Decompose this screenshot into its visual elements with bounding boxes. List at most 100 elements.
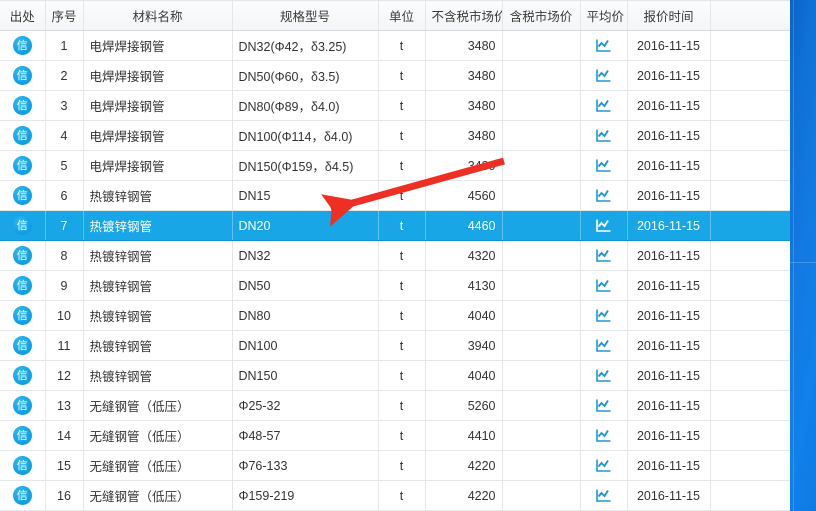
cell-quote-time: 2016-11-15	[627, 420, 711, 451]
cell-source[interactable]: 信	[0, 180, 46, 211]
cell-average-price[interactable]	[580, 120, 628, 151]
cell-average-price[interactable]	[580, 450, 628, 481]
source-badge-icon[interactable]: 信	[12, 216, 32, 235]
cell-source[interactable]: 信	[0, 450, 46, 481]
cell-price-incl-tax	[502, 60, 581, 91]
column-header-price-incl-tax[interactable]: 含税市场价	[502, 0, 581, 31]
column-header-name[interactable]: 材料名称	[83, 0, 233, 31]
source-badge-icon[interactable]: 信	[12, 306, 32, 325]
cell-source[interactable]: 信	[0, 240, 46, 271]
cell-average-price[interactable]	[580, 270, 628, 301]
cell-average-price[interactable]	[580, 210, 628, 241]
line-chart-icon[interactable]	[595, 98, 612, 113]
source-badge-icon[interactable]: 信	[12, 96, 32, 115]
source-badge-icon[interactable]: 信	[12, 276, 32, 295]
cell-price-incl-tax	[502, 90, 581, 121]
cell-average-price[interactable]	[580, 150, 628, 181]
cell-material-name: 无缝钢管（低压）	[83, 420, 233, 451]
cell-spec: Φ159-219	[232, 480, 379, 511]
line-chart-icon[interactable]	[595, 38, 612, 53]
source-badge-icon[interactable]: 信	[12, 36, 32, 55]
line-chart-icon[interactable]	[595, 158, 612, 173]
line-chart-icon[interactable]	[595, 338, 612, 353]
source-badge-icon[interactable]: 信	[12, 246, 32, 265]
table-row[interactable]: 信 7 热镀锌钢管 DN20 t 4460 2016-11-15	[0, 210, 790, 241]
source-badge-icon[interactable]: 信	[12, 66, 32, 85]
line-chart-icon[interactable]	[595, 248, 612, 263]
table-row[interactable]: 信 6 热镀锌钢管 DN15 t 4560 2016-11-15	[0, 180, 790, 211]
table-row[interactable]: 信 10 热镀锌钢管 DN80 t 4040 2016-11-15	[0, 300, 790, 331]
line-chart-icon[interactable]	[595, 458, 612, 473]
cell-source[interactable]: 信	[0, 300, 46, 331]
cell-average-price[interactable]	[580, 180, 628, 211]
table-row[interactable]: 信 11 热镀锌钢管 DN100 t 3940 2016-11-15	[0, 330, 790, 361]
cell-source[interactable]: 信	[0, 360, 46, 391]
table-row[interactable]: 信 14 无缝钢管（低压） Φ48-57 t 4410 2016-11-15	[0, 420, 790, 451]
line-chart-icon[interactable]	[595, 188, 612, 203]
line-chart-icon[interactable]	[595, 398, 612, 413]
source-badge-icon[interactable]: 信	[12, 186, 32, 205]
cell-average-price[interactable]	[580, 390, 628, 421]
line-chart-icon[interactable]	[595, 128, 612, 143]
cell-spec: DN100	[232, 330, 379, 361]
table-row[interactable]: 信 1 电焊焊接钢管 DN32(Φ42，δ3.25) t 3480 2016-11-15	[0, 30, 790, 61]
line-chart-icon[interactable]	[595, 278, 612, 293]
cell-source[interactable]: 信	[0, 390, 46, 421]
cell-source[interactable]: 信	[0, 90, 46, 121]
cell-source[interactable]: 信	[0, 150, 46, 181]
source-badge-icon[interactable]: 信	[12, 396, 32, 415]
line-chart-icon[interactable]	[595, 428, 612, 443]
cell-average-price[interactable]	[580, 360, 628, 391]
line-chart-icon[interactable]	[595, 308, 612, 323]
table-row[interactable]: 信 12 热镀锌钢管 DN150 t 4040 2016-11-15	[0, 360, 790, 391]
column-header-spec[interactable]: 规格型号	[232, 0, 379, 31]
line-chart-icon[interactable]	[595, 488, 612, 503]
cell-source[interactable]: 信	[0, 480, 46, 511]
line-chart-icon[interactable]	[595, 68, 612, 83]
table-row[interactable]: 信 13 无缝钢管（低压） Φ25-32 t 5260 2016-11-15	[0, 390, 790, 421]
cell-average-price[interactable]	[580, 480, 628, 511]
source-badge-icon[interactable]: 信	[12, 336, 32, 355]
cell-source[interactable]: 信	[0, 270, 46, 301]
table-row[interactable]: 信 3 电焊焊接钢管 DN80(Φ89，δ4.0) t 3480 2016-11-15	[0, 90, 790, 121]
source-badge-icon[interactable]: 信	[12, 486, 32, 505]
table-row[interactable]: 信 8 热镀锌钢管 DN32 t 4320 2016-11-15	[0, 240, 790, 271]
table-row[interactable]: 信 2 电焊焊接钢管 DN50(Φ60，δ3.5) t 3480 2016-11-15	[0, 60, 790, 91]
cell-source[interactable]: 信	[0, 120, 46, 151]
column-header-source[interactable]: 出处	[0, 0, 46, 31]
cell-source[interactable]: 信	[0, 330, 46, 361]
source-badge-icon[interactable]: 信	[12, 456, 32, 475]
column-header-price-excl-tax[interactable]: 不含税市场价	[425, 0, 503, 31]
cell-average-price[interactable]	[580, 300, 628, 331]
cell-source[interactable]: 信	[0, 420, 46, 451]
cell-source[interactable]: 信	[0, 60, 46, 91]
source-badge-icon[interactable]: 信	[12, 426, 32, 445]
table-row[interactable]: 信 15 无缝钢管（低压） Φ76-133 t 4220 2016-11-15	[0, 450, 790, 481]
cell-average-price[interactable]	[580, 30, 628, 61]
cell-average-price[interactable]	[580, 330, 628, 361]
cell-price-excl-tax: 3940	[425, 330, 503, 361]
line-chart-icon[interactable]	[595, 218, 612, 233]
table-row[interactable]: 信 16 无缝钢管（低压） Φ159-219 t 4220 2016-11-15	[0, 480, 790, 511]
table-row[interactable]: 信 5 电焊焊接钢管 DN150(Φ159，δ4.5) t 3480 2016-11-15	[0, 150, 790, 181]
source-badge-icon[interactable]: 信	[12, 366, 32, 385]
source-badge-icon[interactable]: 信	[12, 156, 32, 175]
column-header-quote-time[interactable]: 报价时间	[627, 0, 711, 31]
cell-source[interactable]: 信	[0, 210, 46, 241]
cell-price-incl-tax	[502, 150, 581, 181]
column-header-unit[interactable]: 单位	[378, 0, 426, 31]
cell-material-name: 热镀锌钢管	[83, 330, 233, 361]
cell-source[interactable]: 信	[0, 30, 46, 61]
source-badge-icon[interactable]: 信	[12, 126, 32, 145]
column-header-average-price[interactable]: 平均价	[580, 0, 628, 31]
cell-average-price[interactable]	[580, 60, 628, 91]
cell-average-price[interactable]	[580, 90, 628, 121]
cell-average-price[interactable]	[580, 420, 628, 451]
cell-unit: t	[378, 390, 426, 421]
cell-average-price[interactable]	[580, 240, 628, 271]
table-row[interactable]: 信 9 热镀锌钢管 DN50 t 4130 2016-11-15	[0, 270, 790, 301]
table-row[interactable]: 信 4 电焊焊接钢管 DN100(Φ114，δ4.0) t 3480 2016-11-15	[0, 120, 790, 151]
column-header-seq[interactable]: 序号	[45, 0, 84, 31]
line-chart-icon[interactable]	[595, 368, 612, 383]
cell-material-name: 电焊焊接钢管	[83, 150, 233, 181]
